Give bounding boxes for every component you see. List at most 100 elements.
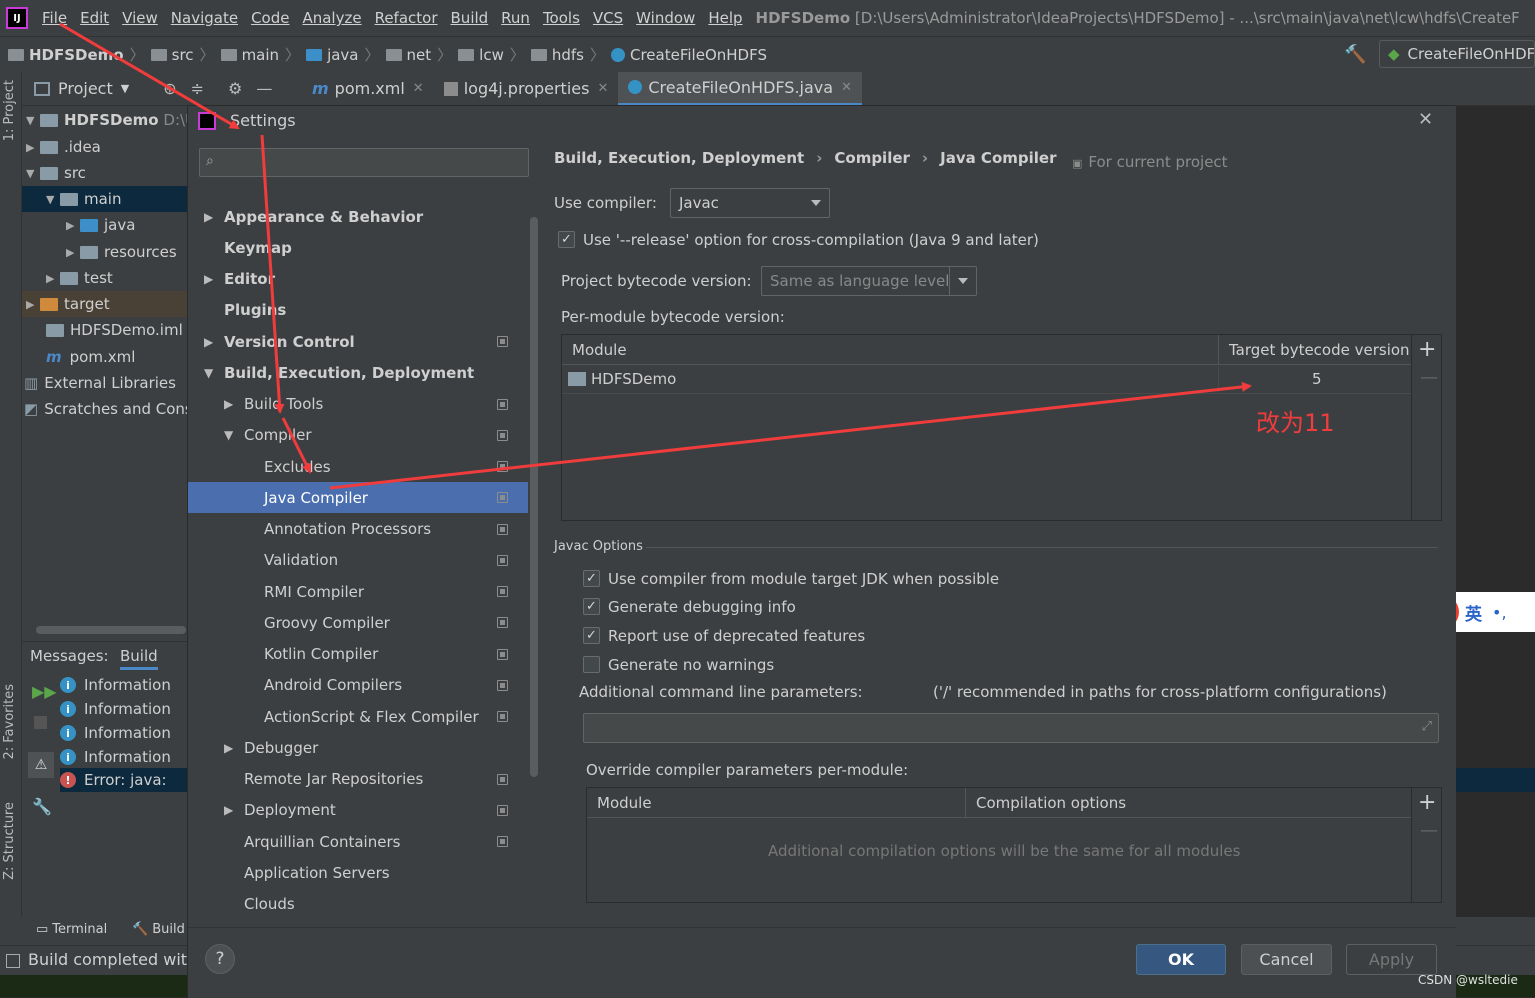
- tree-item-resources[interactable]: ▶ resources: [66, 239, 177, 265]
- remove-icon[interactable]: —: [1420, 367, 1438, 388]
- chevron-down-icon[interactable]: ▼: [224, 428, 244, 442]
- sidebar-item-excludes[interactable]: Excludes: [188, 451, 528, 482]
- crumb-src[interactable]: src 〉: [150, 44, 215, 65]
- tree-item-hdfsdemo[interactable]: ▼HDFSDemo D:\Use: [26, 107, 187, 133]
- tab-build-messages[interactable]: Build: [120, 642, 158, 670]
- sidebar-item-validation[interactable]: Validation: [188, 545, 528, 576]
- warning-filter-icon[interactable]: ⚠: [28, 752, 54, 778]
- menu-build[interactable]: Build: [451, 9, 489, 27]
- sidebar-item-editor[interactable]: ▶ Editor: [188, 264, 528, 295]
- settings-search-input[interactable]: ⌕: [199, 148, 529, 177]
- sidebar-item-clouds[interactable]: Clouds: [188, 889, 528, 920]
- message-error[interactable]: ! Error: java:: [60, 768, 187, 792]
- project-bytecode-select[interactable]: Same as language level: [761, 266, 977, 296]
- sidebar-item-plugins[interactable]: Plugins: [188, 295, 528, 326]
- message-info-2[interactable]: i Information: [60, 697, 171, 721]
- sidebar-item-arquillian-containers[interactable]: Arquillian Containers: [188, 826, 528, 857]
- tab-pom-xml[interactable]: m pom.xml ✕: [302, 72, 434, 106]
- project-tool-tab[interactable]: 1: Project: [2, 80, 17, 141]
- tree-item-main[interactable]: ▼ main: [22, 186, 187, 212]
- tree-item-src[interactable]: ▼ src: [26, 160, 86, 186]
- sidebar-item-build-execution-deployment[interactable]: ▼ Build, Execution, Deployment: [188, 357, 528, 388]
- module-jdk-checkbox[interactable]: ✓: [583, 570, 600, 587]
- sidebar-item-remote-jar-repositories[interactable]: Remote Jar Repositories: [188, 764, 528, 795]
- crumb-main[interactable]: main 〉: [220, 44, 300, 65]
- menu-run[interactable]: Run: [501, 9, 530, 27]
- menu-refactor[interactable]: Refactor: [375, 9, 438, 27]
- sidebar-item-compiler[interactable]: ▼ Compiler: [188, 420, 528, 451]
- crumb-class[interactable]: CreateFileOnHDFS: [611, 46, 767, 64]
- sidebar-item-groovy-compiler[interactable]: Groovy Compiler: [188, 607, 528, 638]
- help-button[interactable]: ?: [205, 944, 235, 974]
- sidebar-item-application-servers[interactable]: Application Servers: [188, 857, 528, 888]
- chevron-right-icon[interactable]: ▶: [224, 397, 244, 411]
- close-icon[interactable]: ✕: [841, 80, 852, 95]
- close-icon[interactable]: ✕: [1418, 109, 1433, 130]
- tree-item-target[interactable]: ▶ target: [22, 291, 187, 317]
- chevron-right-icon[interactable]: ▶: [224, 741, 244, 755]
- menu-file[interactable]: File: [42, 9, 67, 27]
- tab-log4j-properties[interactable]: log4j.properties ✕: [434, 72, 619, 106]
- debug-info-checkbox[interactable]: ✓: [583, 598, 600, 615]
- chevron-right-icon[interactable]: ▶: [224, 803, 244, 817]
- menu-vcs[interactable]: VCS: [593, 9, 623, 27]
- add-icon[interactable]: +: [1418, 790, 1436, 815]
- tree-item-idea[interactable]: ▶ .idea: [26, 134, 101, 160]
- ok-button[interactable]: OK: [1136, 944, 1226, 975]
- sidebar-item-keymap[interactable]: Keymap: [188, 232, 528, 263]
- sidebar-item-kotlin-compiler[interactable]: Kotlin Compiler: [188, 639, 528, 670]
- apply-button[interactable]: Apply: [1346, 944, 1437, 975]
- crumb-project[interactable]: HDFSDemo 〉: [8, 44, 145, 65]
- sidebar-item-android-compilers[interactable]: Android Compilers: [188, 670, 528, 701]
- sidebar-item-actionscript-flex-compiler[interactable]: ActionScript & Flex Compiler: [188, 701, 528, 732]
- close-icon[interactable]: ✕: [413, 81, 424, 96]
- target-bytecode-value[interactable]: 5: [1312, 370, 1322, 388]
- release-option-checkbox[interactable]: ✓: [558, 231, 575, 248]
- stop-icon[interactable]: [34, 716, 47, 729]
- sidebar-item-debugger[interactable]: ▶ Debugger: [188, 732, 528, 763]
- tree-item-external-libraries[interactable]: ▥ External Libraries: [24, 370, 176, 396]
- crumb-hdfs[interactable]: hdfs 〉: [530, 44, 605, 65]
- settings-wrench-icon[interactable]: 🔧: [32, 797, 52, 816]
- favorites-tool-tab[interactable]: 2: Favorites: [2, 684, 17, 760]
- build-hammer-icon[interactable]: 🔨: [1344, 44, 1366, 65]
- tree-item-java[interactable]: ▶ java: [66, 212, 135, 238]
- menu-edit[interactable]: Edit: [80, 9, 109, 27]
- hide-icon[interactable]: —: [256, 79, 272, 98]
- menu-window[interactable]: Window: [636, 9, 695, 27]
- collapse-icon[interactable]: ≑: [191, 79, 204, 98]
- tree-item-iml[interactable]: HDFSDemo.iml: [46, 317, 183, 343]
- message-info-3[interactable]: i Information: [60, 721, 171, 745]
- add-icon[interactable]: +: [1418, 337, 1436, 362]
- menu-analyze[interactable]: Analyze: [302, 9, 361, 27]
- structure-tool-tab[interactable]: Z: Structure: [2, 802, 17, 880]
- chevron-down-icon[interactable]: ▼: [204, 366, 224, 380]
- crumb-net[interactable]: net 〉: [385, 44, 452, 65]
- use-compiler-select[interactable]: Javac: [670, 188, 830, 218]
- gear-icon[interactable]: ⚙: [228, 79, 242, 98]
- tree-item-test[interactable]: ▶ test: [46, 265, 113, 291]
- menu-tools[interactable]: Tools: [543, 9, 580, 27]
- crumb-lcw[interactable]: lcw 〉: [458, 44, 525, 65]
- tab-createfileonhdfs[interactable]: CreateFileOnHDFS.java ✕: [618, 71, 862, 106]
- menu-view[interactable]: View: [122, 9, 158, 27]
- sidebar-item-version-control[interactable]: ▶ Version Control: [188, 326, 528, 357]
- chevron-right-icon[interactable]: ▶: [204, 335, 224, 349]
- project-view-selector[interactable]: Project ▼ ⊕ ≑ ⚙ —: [22, 79, 302, 98]
- run-config-select[interactable]: ◆ CreateFileOnHDF: [1379, 40, 1535, 68]
- cancel-button[interactable]: Cancel: [1241, 944, 1332, 975]
- sidebar-item-appearance-behavior[interactable]: ▶ Appearance & Behavior: [188, 201, 528, 232]
- close-icon[interactable]: ✕: [597, 81, 608, 96]
- sidebar-item-build-tools[interactable]: ▶ Build Tools: [188, 389, 528, 420]
- tree-scrollbar[interactable]: [36, 626, 186, 634]
- terminal-tab[interactable]: ▭ Terminal: [36, 922, 107, 937]
- chevron-right-icon[interactable]: ▶: [204, 210, 224, 224]
- sidebar-scrollbar[interactable]: [530, 217, 538, 777]
- message-info-1[interactable]: i Information: [60, 673, 171, 697]
- no-warnings-checkbox[interactable]: [583, 656, 600, 673]
- menu-navigate[interactable]: Navigate: [171, 9, 238, 27]
- locate-icon[interactable]: ⊕: [163, 79, 176, 98]
- crumb-java[interactable]: java 〉: [306, 44, 380, 65]
- menu-code[interactable]: Code: [251, 9, 289, 27]
- build-tab[interactable]: 🔨 Build: [132, 922, 185, 937]
